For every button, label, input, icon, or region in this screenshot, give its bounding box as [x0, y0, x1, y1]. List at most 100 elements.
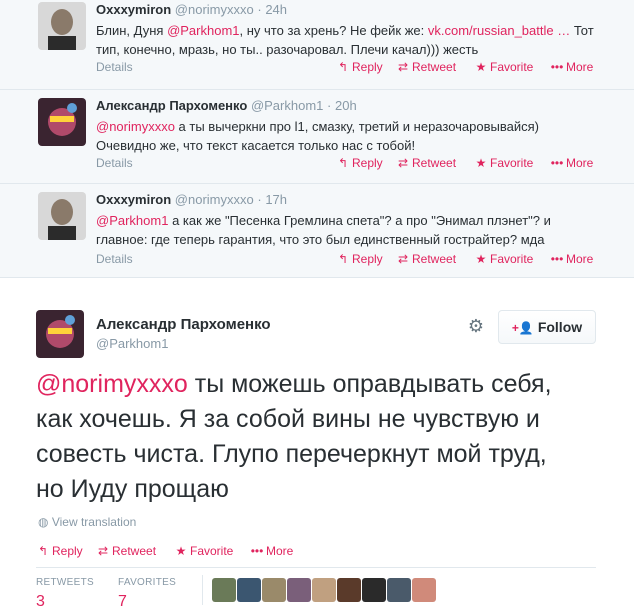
favoriter-avatar[interactable]	[212, 578, 236, 602]
retweet-icon: ⇄	[397, 60, 409, 74]
favoriter-avatar[interactable]	[287, 578, 311, 602]
favorites-count[interactable]: 7	[118, 593, 127, 611]
tweet-text: @norimyxxxo а ты вычеркни про l1, смазку…	[96, 117, 598, 155]
avatar[interactable]	[36, 310, 84, 358]
reply-button[interactable]: ↰ Reply	[336, 252, 383, 266]
tweet-username[interactable]: @norimyxxxo	[175, 192, 254, 207]
reply-button[interactable]: ↰ Reply	[36, 544, 83, 558]
tweet-header: Oxxxymiron @norimyxxxo · 24h	[96, 2, 598, 18]
globe-icon: ◍	[38, 515, 49, 529]
gear-icon[interactable]: ⚙	[466, 316, 486, 336]
dots-icon: •••	[250, 544, 264, 558]
favorites-label: FAVORITES	[118, 577, 177, 588]
conversation-tweet[interactable]: Oxxxymiron @norimyxxxo · 24h Блин, Дуня …	[0, 0, 634, 90]
tweet-text-part: , ну что за хрень? Не фейк же:	[239, 23, 428, 38]
star-icon: ★	[475, 156, 487, 170]
more-label: More	[566, 252, 594, 266]
tweet-text: @Parkhom1 а как же "Песенка Гремлина спе…	[96, 211, 598, 249]
favorite-label: Favorite	[490, 156, 534, 170]
tweet-actions: Details ↰ Reply ⇄ Retweet ★ Favorite ••• Mor…	[96, 60, 598, 78]
mention-link[interactable]: @norimyxxxo	[96, 119, 175, 134]
retweet-button[interactable]: ⇄ Retweet	[96, 544, 156, 558]
retweet-button[interactable]: ⇄ Retweet	[396, 60, 456, 74]
retweet-label: Retweet	[412, 252, 457, 266]
tweet-fullname[interactable]: Oxxxymiron	[96, 2, 171, 17]
retweets-count[interactable]: 3	[36, 593, 45, 611]
more-button[interactable]: ••• More	[550, 60, 594, 74]
more-button[interactable]: ••• More	[550, 156, 594, 170]
retweet-icon: ⇄	[397, 252, 409, 266]
avatar[interactable]	[38, 98, 86, 146]
reply-label: Reply	[352, 156, 383, 170]
tweet-timestamp[interactable]: 20h	[335, 98, 357, 113]
avatar[interactable]	[38, 192, 86, 240]
tweet-text: @norimyxxxo ты можешь оправдывать себя, …	[36, 367, 576, 507]
url-link[interactable]: vk.com/russian_battle …	[428, 23, 570, 38]
favoriter-avatar[interactable]	[387, 578, 411, 602]
favoriter-avatar[interactable]	[337, 578, 361, 602]
dots-icon: •••	[550, 60, 564, 74]
tweet-timestamp[interactable]: 17h	[265, 192, 287, 207]
more-label: More	[266, 544, 294, 558]
retweet-button[interactable]: ⇄ Retweet	[396, 156, 456, 170]
author-fullname[interactable]: Александр Пархоменко	[96, 316, 271, 333]
tweet-fullname[interactable]: Oxxxymiron	[96, 192, 171, 207]
favoriter-avatar[interactable]	[237, 578, 261, 602]
retweet-icon: ⇄	[97, 544, 109, 558]
tweet-actions: ↰ Reply ⇄ Retweet ★ Favorite ••• More	[36, 544, 336, 562]
stats-separator	[202, 575, 203, 605]
tweet-timestamp[interactable]: 24h	[265, 2, 287, 17]
follow-label: Follow	[537, 319, 583, 335]
separator-dot: ·	[257, 192, 262, 207]
details-link[interactable]: Details	[96, 60, 133, 74]
favorite-button[interactable]: ★ Favorite	[474, 156, 534, 170]
favoriter-avatar[interactable]	[262, 578, 286, 602]
favorite-button[interactable]: ★ Favorite	[474, 252, 534, 266]
more-button[interactable]: ••• More	[250, 544, 294, 558]
favoriter-avatar[interactable]	[412, 578, 436, 602]
reply-arrow-icon: ↰	[337, 156, 349, 170]
dots-icon: •••	[550, 156, 564, 170]
tweet-username[interactable]: @norimyxxxo	[175, 2, 254, 17]
reply-button[interactable]: ↰ Reply	[336, 156, 383, 170]
mention-link[interactable]: @Parkhom1	[96, 213, 168, 228]
tweet-text-part: Блин, Дуня	[96, 23, 168, 38]
more-label: More	[566, 156, 594, 170]
star-icon: ★	[475, 60, 487, 74]
retweet-label: Retweet	[412, 60, 457, 74]
dots-icon: •••	[550, 252, 564, 266]
view-translation-label: View translation	[51, 515, 137, 529]
reply-button[interactable]: ↰ Reply	[336, 60, 383, 74]
mention-link[interactable]: @Parkhom1	[167, 23, 239, 38]
conversation-tweet[interactable]: Oxxxymiron @norimyxxxo · 17h @Parkhom1 а…	[0, 184, 634, 278]
retweets-label: RETWEETS	[36, 577, 94, 588]
favorite-button[interactable]: ★ Favorite	[174, 544, 234, 558]
conversation-tweet[interactable]: Александр Пархоменко @Parkhom1 · 20h @no…	[0, 90, 634, 184]
separator-dot: ·	[257, 2, 262, 17]
favorite-label: Favorite	[190, 544, 234, 558]
retweet-icon: ⇄	[397, 156, 409, 170]
add-user-icon: +👤	[511, 321, 534, 335]
favoriter-avatar[interactable]	[312, 578, 336, 602]
view-translation-link[interactable]: ◍ View translation	[38, 515, 136, 529]
permalink-tweet: Александр Пархоменко @Parkhom1 ⚙ +👤 Follo…	[0, 292, 634, 613]
tweet-username[interactable]: @Parkhom1	[251, 98, 323, 113]
mention-link[interactable]: @norimyxxxo	[36, 370, 188, 398]
stats-divider	[36, 567, 596, 568]
details-link[interactable]: Details	[96, 156, 133, 170]
favorite-label: Favorite	[490, 60, 534, 74]
tweet-header: Александр Пархоменко @Parkhom1 · 20h	[96, 98, 598, 114]
favorite-button[interactable]: ★ Favorite	[474, 60, 534, 74]
favoriter-avatar[interactable]	[362, 578, 386, 602]
favorite-label: Favorite	[490, 252, 534, 266]
reply-label: Reply	[352, 60, 383, 74]
follow-button[interactable]: +👤 Follow	[498, 310, 596, 344]
tweet-fullname[interactable]: Александр Пархоменко	[96, 98, 247, 113]
details-link[interactable]: Details	[96, 252, 133, 266]
retweet-button[interactable]: ⇄ Retweet	[396, 252, 456, 266]
more-button[interactable]: ••• More	[550, 252, 594, 266]
author-username[interactable]: @Parkhom1	[96, 336, 168, 351]
reply-label: Reply	[352, 252, 383, 266]
reply-arrow-icon: ↰	[337, 252, 349, 266]
avatar[interactable]	[38, 2, 86, 50]
